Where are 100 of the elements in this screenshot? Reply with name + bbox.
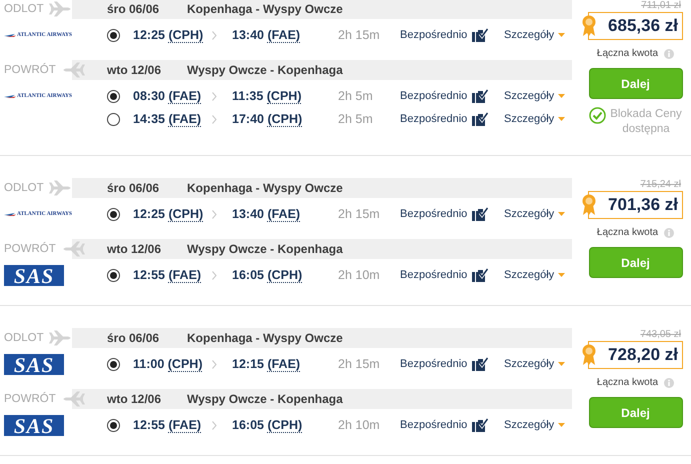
leg-label: POWRÓT — [4, 393, 56, 405]
caret-icon — [558, 117, 566, 121]
leg-route: Kopenhaga - Wyspy Owcze — [187, 2, 344, 16]
leg-label: ODLOT — [4, 3, 44, 15]
leg-route: Kopenhaga - Wyspy Owcze — [187, 181, 344, 195]
stops-label: Bezpośrednio — [400, 358, 468, 370]
chevron-icon — [212, 114, 217, 124]
leg-route: Wyspy Owcze - Kopenhaga — [187, 242, 344, 256]
chevron-icon — [212, 360, 217, 368]
old-price: 743,05 zł — [640, 328, 681, 341]
baggage-icon — [472, 89, 488, 103]
swoosh-icon — [4, 33, 16, 37]
airline-logo: SAS — [4, 264, 64, 286]
departure-time: 12:25 (CPH) — [133, 28, 204, 42]
details-link[interactable]: Szczegóły — [504, 90, 566, 102]
departure-time: 11:00 (CPH) — [133, 357, 204, 371]
airline-logo: SAS — [4, 414, 64, 436]
info-icon — [664, 378, 674, 388]
leg-label: POWRÓT — [4, 243, 56, 255]
leg-date: wto 12/06 — [107, 242, 162, 256]
leg-route: Wyspy Owcze - Kopenhaga — [187, 63, 344, 77]
arrival-time: 17:40 (CPH) — [232, 112, 304, 126]
caret-icon — [558, 33, 566, 37]
chevron-icon — [212, 30, 217, 40]
total-label: Łączna kwota — [596, 48, 658, 59]
swoosh-icon — [4, 212, 16, 216]
stops-label: Bezpośrednio — [400, 113, 468, 125]
flight-radio[interactable] — [107, 208, 120, 220]
baggage-icon — [472, 28, 488, 42]
flight-radio[interactable] — [107, 358, 120, 370]
stops-label: Bezpośrednio — [400, 208, 468, 220]
caret-icon — [558, 423, 566, 427]
arrival-time: 12:15 (FAE) — [232, 357, 302, 371]
flight-duration: 2h 5m — [338, 89, 374, 103]
arrival-time: 11:35 (CPH) — [232, 89, 302, 103]
caret-icon — [558, 362, 566, 366]
flight-duration: 2h 15m — [338, 28, 381, 42]
caret-icon — [558, 94, 566, 98]
leg-label: ODLOT — [4, 182, 44, 194]
baggage-icon — [472, 112, 488, 126]
baggage-icon — [472, 357, 488, 371]
leg-date: wto 12/06 — [107, 392, 162, 406]
total-label: Łączna kwota — [596, 227, 658, 238]
flight-duration: 2h 10m — [338, 418, 381, 432]
chevron-icon — [212, 210, 217, 218]
total-label: Łączna kwota — [596, 377, 658, 388]
baggage-icon — [472, 268, 488, 282]
details-link[interactable]: Szczegóły — [504, 419, 566, 431]
price-lock-label: Blokada Ceny dostępna — [610, 107, 682, 137]
details-link[interactable]: Szczegóły — [504, 269, 566, 281]
details-link[interactable]: Szczegóły — [504, 358, 566, 370]
chevron-icon — [212, 270, 217, 280]
leg-date: wto 12/06 — [107, 63, 162, 77]
old-price: 711,01 zł — [641, 0, 681, 12]
details-link[interactable]: Szczegóły — [504, 113, 566, 125]
old-price: 715,24 zł — [640, 178, 681, 191]
info-icon — [664, 48, 674, 58]
stops-label: Bezpośrednio — [400, 269, 468, 281]
leg-label: ODLOT — [4, 332, 44, 344]
arrival-time: 13:40 (FAE) — [232, 28, 302, 42]
baggage-icon — [472, 418, 488, 432]
arrival-time: 16:05 (CPH) — [232, 268, 304, 282]
flight-duration: 2h 5m — [338, 112, 374, 126]
leg-route: Kopenhaga - Wyspy Owcze — [187, 331, 344, 345]
leg-route: Wyspy Owcze - Kopenhaga — [187, 392, 344, 406]
flight-duration: 2h 10m — [338, 268, 381, 282]
flight-radio[interactable] — [107, 268, 120, 282]
departure-time: 12:55 (FAE) — [133, 418, 202, 432]
departure-time: 12:55 (FAE) — [133, 268, 202, 282]
price: 685,36 zł — [608, 16, 678, 36]
leg-date: śro 06/06 — [107, 331, 160, 345]
flight-radio[interactable] — [107, 28, 120, 42]
flight-duration: 2h 15m — [338, 207, 381, 221]
stops-label: Bezpośrednio — [400, 90, 468, 102]
leg-label: POWRÓT — [4, 64, 56, 76]
details-link[interactable]: Szczegóły — [504, 208, 566, 220]
flight-radio[interactable] — [107, 90, 120, 102]
caret-icon — [558, 212, 566, 216]
departure-time: 12:25 (CPH) — [133, 207, 204, 221]
stops-label: Bezpośrednio — [400, 29, 468, 41]
baggage-icon — [472, 207, 488, 221]
flight-radio[interactable] — [107, 418, 120, 432]
departure-time: 08:30 (FAE) — [133, 89, 202, 103]
info-icon — [664, 228, 674, 238]
flight-duration: 2h 15m — [338, 357, 381, 371]
check-circle-icon — [589, 107, 606, 124]
departure-time: 14:35 (FAE) — [133, 112, 202, 126]
caret-icon — [558, 273, 566, 277]
arrival-time: 13:40 (FAE) — [232, 207, 302, 221]
price: 701,36 zł — [608, 195, 678, 215]
chevron-icon — [212, 420, 217, 430]
leg-date: śro 06/06 — [107, 2, 160, 16]
flight-radio[interactable] — [107, 112, 120, 126]
swoosh-icon — [4, 94, 16, 98]
chevron-icon — [212, 92, 217, 100]
arrival-time: 16:05 (CPH) — [232, 418, 304, 432]
price: 728,20 zł — [608, 345, 678, 365]
stops-label: Bezpośrednio — [400, 419, 468, 431]
details-link[interactable]: Szczegóły — [504, 29, 566, 41]
leg-date: śro 06/06 — [107, 181, 160, 195]
